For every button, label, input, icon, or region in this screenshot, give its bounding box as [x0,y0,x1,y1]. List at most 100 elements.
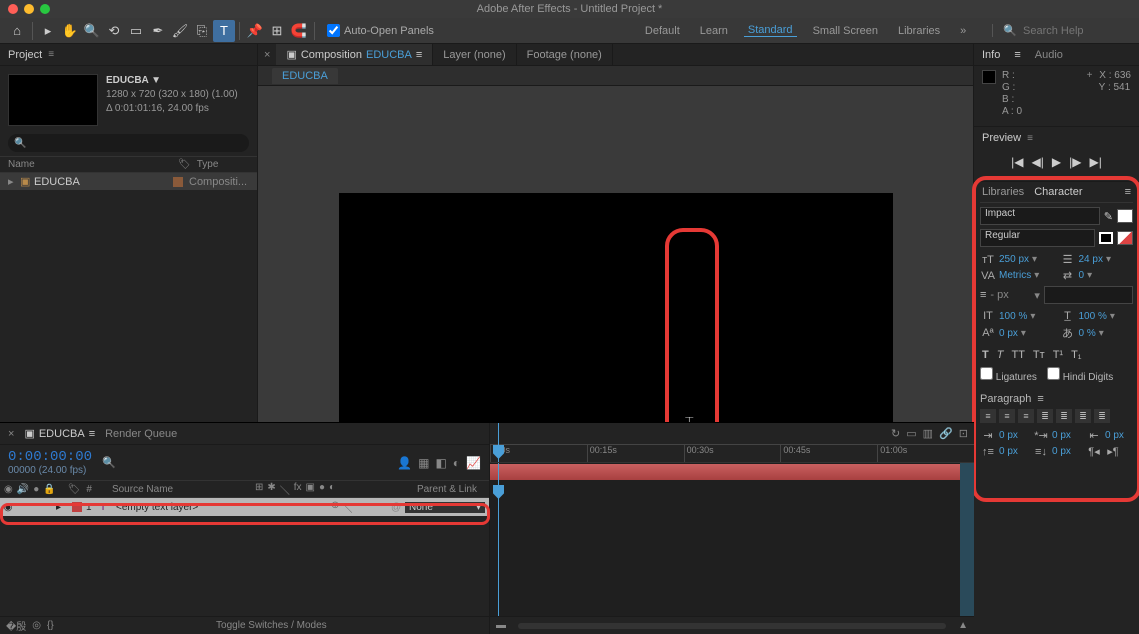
audio-tab[interactable]: Audio [1035,49,1063,61]
local-axis-icon[interactable]: ⊞ [266,20,288,42]
font-size-value[interactable]: 250 px [999,254,1029,265]
project-panel-label[interactable]: Project [8,49,42,61]
workspace-small-screen[interactable]: Small Screen [809,25,882,37]
indent-first-value[interactable]: 0 px [1052,430,1071,441]
pen-tool[interactable]: ✒ [147,20,169,42]
work-area-end[interactable] [960,463,974,616]
zoom-out-icon[interactable]: ▬ [496,620,506,631]
footage-tab[interactable]: Footage (none) [517,44,613,65]
layer-expand-icon[interactable]: ▸ [56,502,68,513]
info-tab[interactable]: Info [982,49,1000,61]
libraries-tab[interactable]: Libraries [982,186,1024,198]
clone-tool[interactable]: ⎘ [191,20,213,42]
play-button[interactable]: ▶ [1052,155,1061,169]
rect-tool[interactable]: ▭ [125,20,147,42]
kerning-value[interactable]: Metrics [999,270,1031,281]
timeline-comp-tab[interactable]: ▣EDUCBA≡ [24,427,95,440]
source-name-col[interactable]: Source Name [112,484,173,495]
stroke-style-dropdown[interactable] [1044,286,1133,304]
justify-center-button[interactable]: ≣ [1056,409,1072,423]
brush-tool[interactable]: 🖌 [169,20,191,42]
project-col-name[interactable]: Name [8,159,178,170]
timeline-current-time[interactable]: 0:00:00:00 [8,449,92,465]
comp-flowchart-tab[interactable]: EDUCBA [272,68,338,84]
layer-label-swatch[interactable] [72,502,82,512]
next-frame-button[interactable]: |▶ [1069,155,1081,169]
time-mark[interactable]: 00:15s [587,445,684,462]
font-family-dropdown[interactable]: Impact [980,207,1100,225]
parent-dropdown[interactable]: None▾ [405,502,485,513]
workspace-libraries[interactable]: Libraries [894,25,944,37]
graph-editor-icon[interactable]: 📈 [466,456,481,470]
expand-icon[interactable]: ⊡ [959,427,968,440]
workspace-default[interactable]: Default [641,25,684,37]
workspace-standard[interactable]: Standard [744,24,797,37]
timeline-toggle-icon[interactable]: �殷 [6,618,26,633]
layer-track[interactable] [490,463,974,481]
small-caps-button[interactable]: Tᴛ [1031,349,1047,361]
render-queue-tab[interactable]: Render Queue [105,428,177,440]
comp-name[interactable]: EDUCBA ▼ [106,74,238,88]
label-swatch[interactable] [173,177,183,187]
timeline-close-icon[interactable]: × [8,428,14,440]
time-mark[interactable]: 00:45s [780,445,877,462]
selection-tool[interactable]: ▸ [37,20,59,42]
project-search-input[interactable]: 🔍 [8,134,249,152]
lock-col-icon[interactable]: 🔒 [43,484,55,495]
space-before-value[interactable]: 0 px [999,446,1018,457]
timeline-brace-icon[interactable]: {} [47,620,54,631]
shy-icon[interactable]: 👤 [397,456,412,470]
font-style-dropdown[interactable]: Regular [980,229,1095,247]
align-left-button[interactable]: ≡ [980,409,996,423]
superscript-button[interactable]: T¹ [1051,349,1065,361]
justify-left-button[interactable]: ≣ [1037,409,1053,423]
frame-blend-icon[interactable]: ◧ [435,456,446,470]
subscript-button[interactable]: T₁ [1069,349,1083,361]
project-col-type[interactable]: Type [197,159,219,170]
tsume-value[interactable]: 0 % [1079,328,1096,339]
baseline-value[interactable]: 0 px [999,328,1018,339]
orbit-tool[interactable]: ⟲ [103,20,125,42]
snap-icon[interactable]: 🧲 [288,20,310,42]
direction-icon[interactable]: ¶◂ [1086,445,1102,458]
timeline-render-icon[interactable]: ◎ [32,620,41,631]
project-item-row[interactable]: ▸ ▣ EDUCBA Compositi... [0,173,257,190]
window-controls[interactable] [0,4,50,14]
hand-tool[interactable]: ✋ [59,20,81,42]
justify-right-button[interactable]: ≣ [1075,409,1091,423]
text-tool[interactable]: T [213,20,235,42]
switches-icon[interactable]: ⊞ [255,482,263,497]
label-col-icon[interactable]: 🏷 [68,484,81,495]
preview-panel-label[interactable]: Preview [982,132,1021,144]
link-icon[interactable]: 🔗 [939,427,953,440]
indent-left-value[interactable]: 0 px [999,430,1018,441]
playhead[interactable] [498,423,499,462]
home-tool[interactable]: ⌂ [6,20,28,42]
vscale-value[interactable]: 100 % [999,311,1027,322]
layer-row[interactable]: ◉ ▸ 1 T <empty text layer> ⊕＼ @ None▾ [0,498,489,516]
folder-toggle-icon[interactable]: ▸ [8,175,20,188]
indent-right-value[interactable]: 0 px [1105,430,1124,441]
video-col-icon[interactable]: ◉ [4,484,13,495]
direction-rtl-icon[interactable]: ▸¶ [1105,445,1121,458]
toggle-switches-modes[interactable]: Toggle Switches / Modes [216,620,327,631]
project-panel-menu-icon[interactable]: ≡ [48,49,54,60]
paragraph-menu-icon[interactable]: ≡ [1037,393,1043,405]
paragraph-panel-label[interactable]: Paragraph [980,393,1031,405]
zoom-in-icon[interactable]: ▲ [958,620,968,631]
leading-value[interactable]: 24 px [1079,254,1103,265]
parent-link-col[interactable]: Parent & Link [417,484,477,495]
search-help-input[interactable] [1023,25,1133,37]
time-mark[interactable]: 00:30s [684,445,781,462]
align-center-button[interactable]: ≡ [999,409,1015,423]
audio-col-icon[interactable]: 🔊 [17,484,29,495]
last-frame-button[interactable]: ▶| [1089,155,1101,169]
swap-colors-icon[interactable] [1117,231,1133,245]
time-mark[interactable]: :00s [490,445,587,462]
graph-icon[interactable]: ▥ [923,427,933,440]
workspace-overflow-icon[interactable]: » [956,25,970,37]
timeline-search-icon[interactable]: 🔍 [102,456,116,469]
layer-duration-bar[interactable] [490,464,974,480]
ligatures-checkbox[interactable]: Ligatures [980,367,1037,383]
hscale-value[interactable]: 100 % [1079,311,1107,322]
